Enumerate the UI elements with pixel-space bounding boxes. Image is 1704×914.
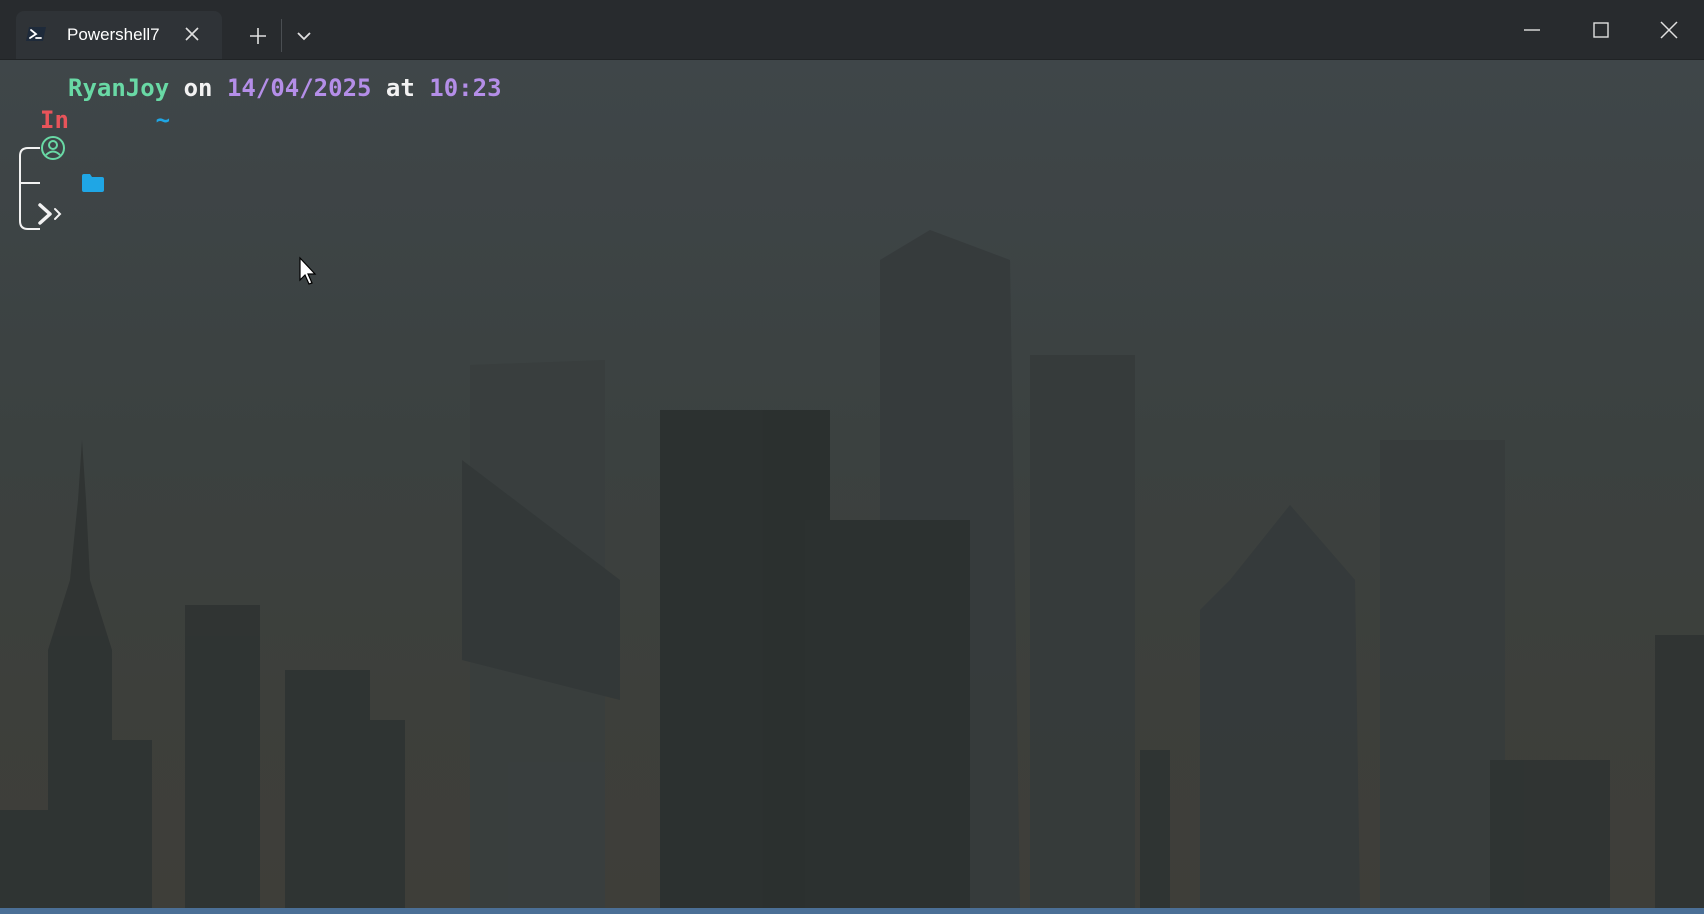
title-bar[interactable]: Powershell7 <box>0 0 1704 60</box>
minimize-icon[interactable] <box>1514 14 1550 46</box>
double-chevron-icon <box>38 203 62 225</box>
chevron-down-icon[interactable] <box>292 24 316 48</box>
mouse-cursor-icon <box>299 256 317 285</box>
tab-powershell7[interactable]: Powershell7 <box>16 11 222 59</box>
prompt-in: In <box>40 106 69 134</box>
tab-close-icon[interactable] <box>184 26 200 42</box>
skyline-background-image <box>0 230 1704 908</box>
terminal-output-area[interactable]: RyanJoy on 14/04/2025 at 10:23 In ~ <box>0 60 1704 908</box>
prompt-line-user: RyanJoy on 14/04/2025 at 10:23 <box>68 72 502 104</box>
powershell-icon <box>26 27 46 41</box>
close-icon[interactable] <box>1651 14 1687 46</box>
prompt-dir: ~ <box>155 106 171 134</box>
terminal-window: Powershell7 RyanJoy on 14/04/2025 at 10:… <box>0 0 1704 914</box>
folder-icon <box>82 174 104 192</box>
prompt-date: 14/04/2025 <box>226 74 372 102</box>
prompt-user: RyanJoy <box>68 74 170 102</box>
prompt-line-dir: In ~ <box>40 104 170 136</box>
prompt-on: on <box>183 74 213 102</box>
new-tab-plus-icon[interactable] <box>246 24 270 48</box>
prompt-at: at <box>385 74 415 102</box>
tab-separator <box>281 19 282 52</box>
bottom-border <box>0 908 1704 914</box>
tab-title: Powershell7 <box>67 25 160 44</box>
maximize-icon[interactable] <box>1583 14 1619 46</box>
prompt-time: 10:23 <box>429 74 502 102</box>
